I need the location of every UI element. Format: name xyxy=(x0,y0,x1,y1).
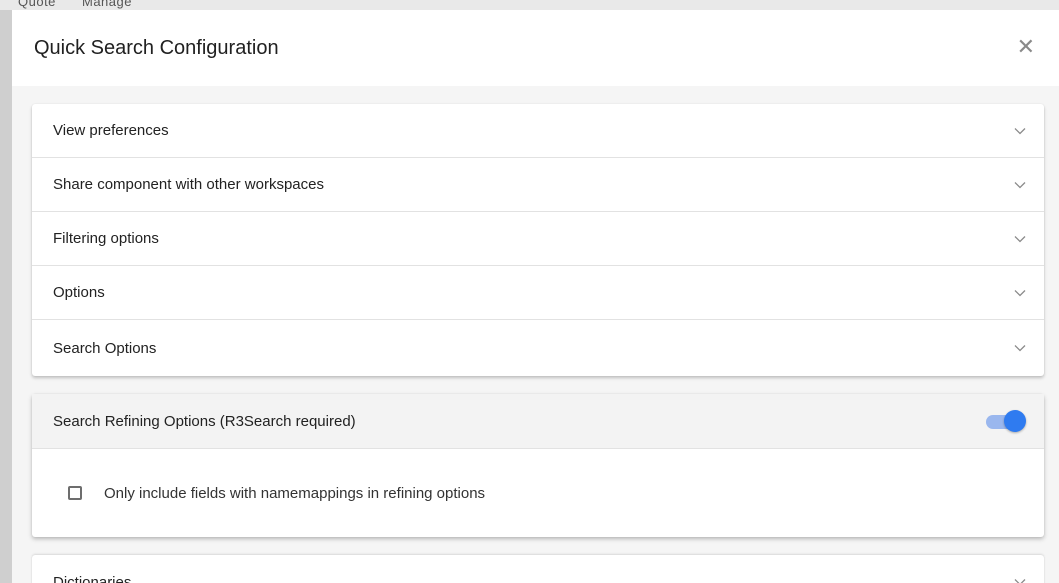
namemappings-checkbox-label[interactable]: Only include fields with namemappings in… xyxy=(104,485,485,502)
chevron-down-icon[interactable] xyxy=(1014,344,1026,352)
section-label: Search Options xyxy=(53,339,157,357)
search-refining-options-header: Search Refining Options (R3Search requir… xyxy=(32,394,1044,449)
section-label: Share component with other workspaces xyxy=(53,176,324,193)
background-left-edge xyxy=(0,10,12,583)
search-refining-options-label: Search Refining Options (R3Search requir… xyxy=(53,412,356,430)
section-label: Dictionaries xyxy=(53,573,132,583)
section-view-preferences[interactable]: View preferences xyxy=(32,104,1044,158)
chevron-down-icon[interactable] xyxy=(1014,289,1026,297)
search-refining-toggle[interactable] xyxy=(986,410,1026,432)
background-tab-1: Quote xyxy=(18,0,56,9)
section-search-options[interactable]: Search Options xyxy=(32,320,1044,376)
chevron-down-icon[interactable] xyxy=(1014,181,1026,189)
dialog-header: Quick Search Configuration ✕ xyxy=(12,10,1059,86)
chevron-down-icon[interactable] xyxy=(1014,235,1026,243)
section-share-component[interactable]: Share component with other workspaces xyxy=(32,158,1044,212)
dialog-content: View preferences Share component with ot… xyxy=(12,86,1059,583)
background-app-strip: Quote Manage xyxy=(0,0,1059,10)
search-refining-options-panel: Search Refining Options (R3Search requir… xyxy=(32,394,1044,537)
background-tab-2: Manage xyxy=(82,0,132,9)
toggle-thumb xyxy=(1004,410,1026,432)
section-label: Options xyxy=(53,284,105,301)
section-filtering-options[interactable]: Filtering options xyxy=(32,212,1044,266)
chevron-down-icon[interactable] xyxy=(1014,127,1026,135)
section-dictionaries[interactable]: Dictionaries xyxy=(32,555,1044,583)
search-refining-options-body: Only include fields with namemappings in… xyxy=(32,449,1044,537)
settings-accordion: View preferences Share component with ot… xyxy=(32,104,1044,376)
dialog-title: Quick Search Configuration xyxy=(34,36,279,59)
quick-search-configuration-dialog: Quick Search Configuration ✕ View prefer… xyxy=(12,10,1059,583)
section-label: Filtering options xyxy=(53,230,159,247)
chevron-down-icon[interactable] xyxy=(1014,578,1026,583)
section-label: View preferences xyxy=(53,122,169,139)
section-options[interactable]: Options xyxy=(32,266,1044,320)
namemappings-checkbox[interactable] xyxy=(68,486,82,500)
close-icon[interactable]: ✕ xyxy=(1017,37,1035,59)
